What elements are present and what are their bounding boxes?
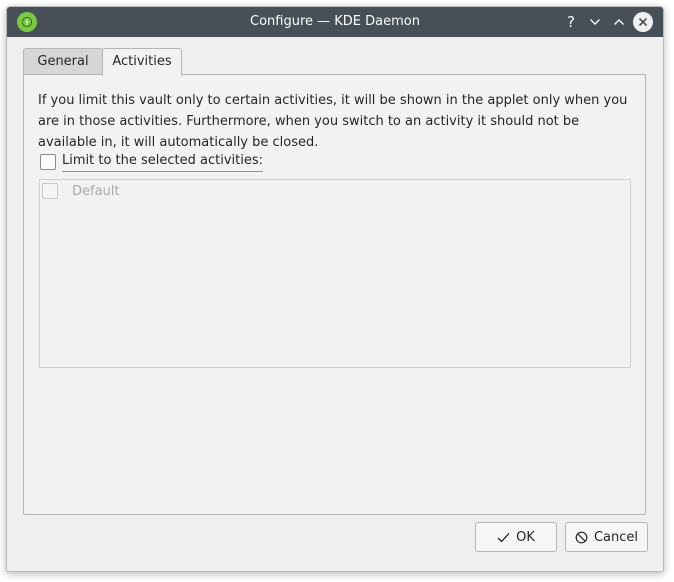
chevron-up-icon: [614, 19, 624, 25]
activities-list: Default: [39, 179, 631, 368]
help-button[interactable]: ?: [561, 12, 581, 32]
configure-dialog: Configure — KDE Daemon ? General Activit…: [6, 6, 664, 572]
activities-description: If you limit this vault only to certain …: [38, 93, 628, 150]
cancel-icon: [575, 531, 588, 544]
close-button[interactable]: [633, 12, 653, 32]
close-icon: [638, 17, 648, 27]
minimize-button[interactable]: [585, 12, 605, 32]
tab-general[interactable]: General: [23, 48, 103, 75]
title-bar[interactable]: Configure — KDE Daemon ?: [7, 7, 663, 37]
limit-activities-checkbox[interactable]: Limit to the selected activities:: [40, 151, 264, 173]
activities-tab-panel: If you limit this vault only to certain …: [23, 74, 646, 515]
activity-checkbox: [42, 183, 58, 199]
chevron-down-icon: [590, 19, 600, 25]
tab-activities[interactable]: Activities: [102, 48, 182, 76]
limit-activities-label[interactable]: Limit to the selected activities:: [62, 152, 264, 172]
checkmark-icon: [497, 532, 510, 543]
cancel-button[interactable]: Cancel: [565, 522, 648, 552]
checkbox-box[interactable]: [40, 154, 56, 170]
maximize-button[interactable]: [609, 12, 629, 32]
cancel-button-label: Cancel: [593, 529, 639, 545]
ok-button[interactable]: OK: [475, 522, 557, 552]
ok-button-label: OK: [516, 529, 535, 545]
list-item: Default: [42, 182, 120, 200]
vault-icon[interactable]: [17, 12, 37, 32]
activity-label: Default: [72, 183, 120, 199]
help-icon: ?: [567, 13, 575, 31]
